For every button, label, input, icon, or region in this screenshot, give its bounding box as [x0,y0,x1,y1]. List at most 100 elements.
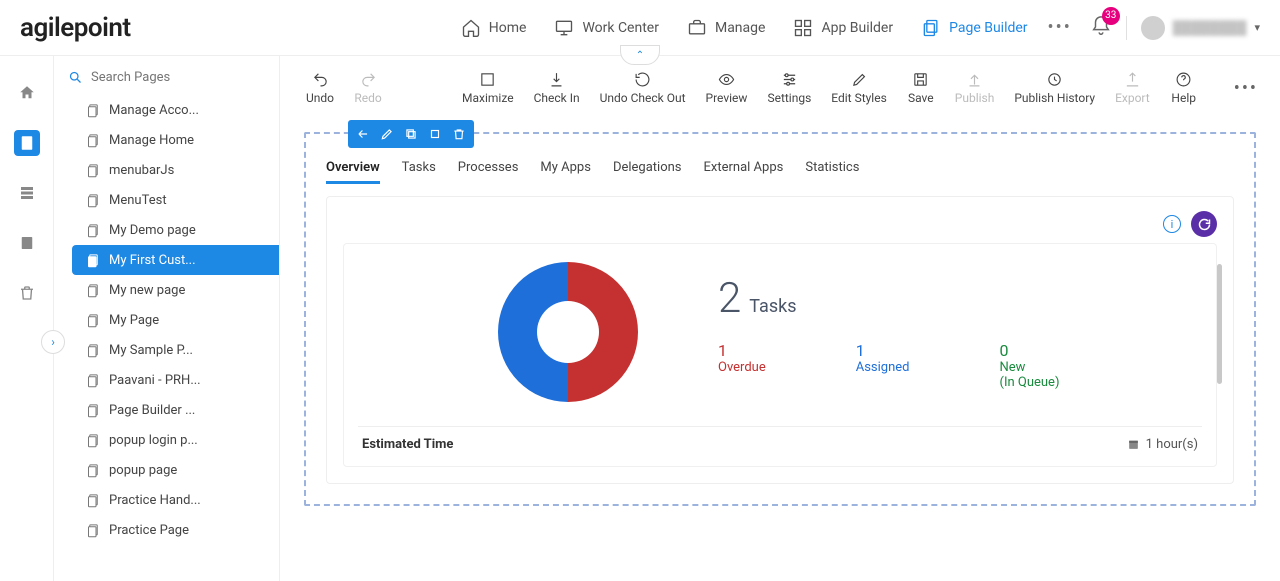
tab-processes[interactable]: Processes [458,154,519,184]
redo-icon [360,71,377,88]
select-parent-button[interactable] [352,124,374,144]
checkin-button[interactable]: Check In [524,71,590,109]
refresh-icon [1197,217,1212,232]
redo-button[interactable]: Redo [344,71,392,109]
page-tree-item[interactable]: My new page [72,275,279,305]
delete-button[interactable] [448,124,470,144]
nav-manage[interactable]: Manage [687,18,765,38]
design-canvas[interactable]: Overview Tasks Processes My Apps Delegations… [304,132,1256,506]
tab-overview[interactable]: Overview [326,154,380,184]
page-tree-item[interactable]: My Page [72,305,279,335]
page-icon [86,163,101,178]
refresh-button[interactable] [1191,211,1217,237]
tab-external-apps[interactable]: External Apps [704,154,784,184]
user-menu[interactable]: ████████ ▾ [1141,16,1260,40]
styles-icon [851,71,868,88]
page-tree-item[interactable]: Practice Page [72,515,279,545]
page-tree-item[interactable]: Page Builder ... [72,395,279,425]
publish-icon [966,71,983,88]
settings-button[interactable]: Settings [757,71,821,109]
undo-button[interactable]: Undo [296,71,344,109]
page-tree-item[interactable]: My Sample P... [72,335,279,365]
stat-assigned: 1 Assigned [856,341,910,390]
page-tree-item[interactable]: My First Cust... [72,245,279,275]
rail-components[interactable] [14,180,40,206]
calendar-icon [1127,438,1140,451]
maximize-button[interactable]: Maximize [452,71,524,109]
page-tree-item[interactable]: Manage Home [72,125,279,155]
info-button[interactable]: i [1163,215,1181,233]
help-button[interactable]: Help [1160,71,1208,109]
export-button[interactable]: Export [1105,71,1160,109]
monitor-icon [554,18,574,38]
nav-page-builder-label: Page Builder [949,20,1027,36]
search-input[interactable] [91,70,265,85]
page-tree-item[interactable]: My Demo page [72,215,279,245]
page-tree-item[interactable]: Paavani - PRH... [72,365,279,395]
page-tree-item[interactable]: popup login p... [72,425,279,455]
nav-app-builder[interactable]: App Builder [793,18,893,38]
page-tree-item[interactable]: menubarJs [72,155,279,185]
tab-delegations[interactable]: Delegations [613,154,682,184]
avatar-icon [1141,16,1165,40]
publish-history-button[interactable]: Publish History [1004,71,1105,109]
page-tree-item[interactable]: Practice Hand... [72,485,279,515]
page-tree-item[interactable]: popup page [72,455,279,485]
page-tree-item[interactable]: MenuTest [72,185,279,215]
duplicate-button[interactable] [400,124,422,144]
page-tree: Manage Acco...Manage HomemenubarJsMenuTe… [54,95,279,581]
toolbar-more-icon[interactable]: ••• [1228,78,1264,109]
trash-icon [452,127,466,141]
estimated-time-label: Estimated Time [362,437,453,452]
settings-icon [781,71,798,88]
nav-manage-label: Manage [715,20,765,36]
home-icon [461,18,481,38]
nav-work-center-label: Work Center [582,20,659,36]
page-icon [86,493,101,508]
undo-checkout-button[interactable]: Undo Check Out [590,71,696,109]
undo-checkout-icon [634,71,651,88]
page-tree-item[interactable]: Manage Acco... [72,95,279,125]
nav-page-builder[interactable]: Page Builder [921,18,1027,38]
pages-icon [921,18,941,38]
arrow-up-left-icon [356,127,370,141]
page-icon [86,103,101,118]
stat-new: 0 New (In Queue) [1000,341,1060,390]
brand-logo: agilepoint [20,13,131,43]
tab-statistics[interactable]: Statistics [805,154,859,184]
rail-pages[interactable] [14,130,40,156]
publish-button[interactable]: Publish [945,71,1005,109]
tasks-label: Tasks [749,296,796,317]
preview-button[interactable]: Preview [696,71,758,109]
nav-work-center[interactable]: Work Center [554,18,659,38]
rail-library[interactable] [14,230,40,256]
export-icon [1124,71,1141,88]
divider [358,426,1202,427]
page-icon [86,373,101,388]
checkin-icon [548,71,565,88]
move-icon [428,127,442,141]
scrollbar[interactable] [1217,264,1222,384]
user-name-label: ████████ [1173,20,1247,36]
notifications-button[interactable]: 33 [1090,15,1112,41]
rail-trash[interactable] [14,280,40,306]
search-pages[interactable] [54,56,279,95]
page-icon [86,523,101,538]
help-icon [1175,71,1192,88]
nav-home[interactable]: Home [461,18,527,38]
edit-styles-button[interactable]: Edit Styles [821,71,897,109]
home-icon [18,84,36,102]
nav-more-icon[interactable]: ••• [1048,17,1072,38]
page-icon [86,433,101,448]
rail-home[interactable] [14,80,40,106]
move-button[interactable] [424,124,446,144]
tab-my-apps[interactable]: My Apps [540,154,591,184]
page-icon [86,223,101,238]
pencil-icon [380,127,394,141]
tab-tasks[interactable]: Tasks [402,154,436,184]
save-button[interactable]: Save [897,71,945,109]
edit-button[interactable] [376,124,398,144]
divider [1126,16,1127,40]
chevron-down-icon: ▾ [1254,21,1260,34]
copy-icon [404,127,418,141]
